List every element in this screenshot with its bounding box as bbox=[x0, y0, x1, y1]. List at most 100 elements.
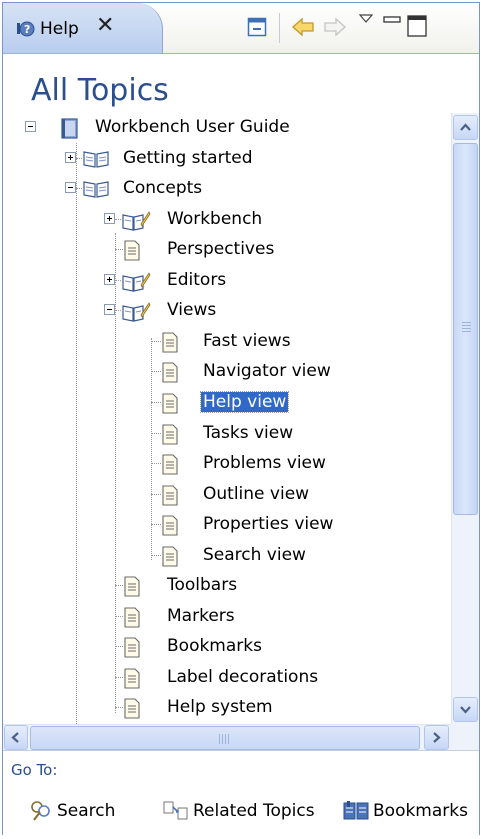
expand-icon[interactable] bbox=[104, 273, 115, 285]
expand-icon[interactable] bbox=[104, 212, 115, 224]
chevron-up-icon bbox=[460, 123, 471, 131]
scroll-down-button[interactable] bbox=[453, 697, 478, 722]
tree-item-label: Workbench bbox=[167, 208, 263, 229]
scrollbar-corner bbox=[451, 724, 479, 750]
expand-icon[interactable] bbox=[65, 151, 76, 163]
page-icon bbox=[161, 332, 179, 358]
scroll-up-button[interactable] bbox=[453, 115, 478, 140]
page-icon bbox=[123, 607, 141, 633]
help-icon: ? bbox=[17, 21, 35, 37]
tree-item[interactable]: Outline view bbox=[3, 480, 451, 510]
tree-item[interactable]: Problems view bbox=[3, 449, 451, 479]
tree-item-label: Concepts bbox=[123, 178, 203, 199]
tree-item[interactable]: Views bbox=[3, 296, 451, 326]
vertical-scrollbar[interactable] bbox=[451, 113, 479, 724]
tree-item-label: Search view bbox=[203, 544, 306, 565]
page-icon bbox=[123, 576, 141, 602]
page-icon bbox=[161, 485, 179, 511]
bookmarks-icon bbox=[343, 801, 369, 820]
scroll-left-button[interactable] bbox=[4, 725, 28, 750]
book-blue-icon bbox=[60, 118, 80, 145]
tree-item-label: Views bbox=[167, 300, 217, 321]
page-icon bbox=[161, 423, 179, 450]
page-icon bbox=[123, 698, 141, 724]
tree-item[interactable]: Tasks view bbox=[3, 419, 451, 449]
tree-item[interactable]: Navigator view bbox=[3, 357, 451, 387]
book-pencil-icon bbox=[121, 210, 151, 237]
tree-connector bbox=[151, 340, 161, 342]
tree-item[interactable]: Getting started bbox=[3, 144, 451, 174]
tree-item[interactable]: Workbench User Guide bbox=[3, 113, 451, 143]
tree-item[interactable]: Properties view bbox=[3, 510, 451, 540]
maximize-icon[interactable] bbox=[407, 15, 427, 37]
horizontal-scrollbar[interactable] bbox=[3, 724, 451, 751]
horizontal-scroll-thumb[interactable] bbox=[30, 726, 420, 750]
page-icon bbox=[161, 362, 179, 388]
tree-connector bbox=[115, 707, 123, 709]
tree-item[interactable]: Perspectives bbox=[3, 235, 451, 265]
tree-item-label: Help view bbox=[199, 390, 290, 413]
view-menu-icon[interactable] bbox=[359, 14, 373, 24]
chevron-down-icon bbox=[460, 706, 471, 714]
tree-item-label: Navigator view bbox=[203, 361, 331, 382]
view-title-bar: ? Help ✕ bbox=[3, 3, 479, 54]
tree-item-label: Label decorations bbox=[167, 666, 319, 687]
tree-item[interactable]: Fast views bbox=[3, 327, 451, 357]
page-title: All Topics bbox=[31, 73, 169, 108]
page-icon bbox=[161, 393, 179, 419]
page-icon bbox=[161, 546, 179, 572]
tree-item-label: Tasks view bbox=[203, 422, 294, 443]
tab-title: Help bbox=[40, 19, 79, 39]
search-icon bbox=[31, 801, 50, 821]
tree-connector bbox=[151, 401, 161, 403]
page-icon bbox=[123, 668, 141, 694]
collapse-all-icon[interactable] bbox=[247, 17, 267, 37]
tree-item-label: Properties view bbox=[203, 514, 334, 535]
related-topics-icon bbox=[163, 801, 188, 820]
tree-item[interactable]: Markers bbox=[3, 602, 451, 632]
tree-connector bbox=[115, 646, 123, 648]
tree-connector bbox=[151, 554, 161, 556]
tree-connector bbox=[151, 524, 161, 526]
tree-connector bbox=[151, 463, 161, 465]
tree-item[interactable]: Label decorations bbox=[3, 663, 451, 693]
tree-item-label: Bookmarks bbox=[167, 636, 262, 657]
related-topics-link-label: Related Topics bbox=[193, 801, 315, 821]
tree-item-label: Problems view bbox=[203, 453, 326, 474]
tree-item-label: Getting started bbox=[123, 147, 253, 168]
chevron-left-icon bbox=[11, 732, 19, 743]
toolbar-separator bbox=[279, 13, 280, 43]
chevron-right-icon bbox=[433, 732, 441, 743]
tree-item-label: Workbench User Guide bbox=[95, 117, 290, 137]
tree-connector bbox=[115, 585, 123, 587]
minimize-icon[interactable] bbox=[383, 15, 401, 25]
help-tab[interactable]: ? Help ✕ bbox=[3, 3, 163, 53]
svg-text:?: ? bbox=[24, 23, 30, 36]
book-pencil-icon bbox=[121, 271, 151, 298]
help-view: ? Help ✕ All Topics Workbench User Guide… bbox=[2, 2, 480, 837]
tree-item[interactable]: Help system bbox=[3, 693, 451, 723]
collapse-icon[interactable] bbox=[65, 182, 76, 194]
tree-item[interactable]: Search view bbox=[3, 541, 451, 571]
back-arrow-icon[interactable] bbox=[291, 17, 315, 37]
close-icon[interactable]: ✕ bbox=[96, 13, 114, 38]
tree-item[interactable]: Workbench bbox=[3, 205, 451, 235]
tree-item[interactable]: Editors bbox=[3, 266, 451, 296]
tree-connector bbox=[151, 493, 161, 495]
search-link-label: Search bbox=[57, 801, 116, 821]
tree-item-label: Markers bbox=[167, 605, 235, 626]
bookmarks-link-label: Bookmarks bbox=[373, 801, 468, 821]
topics-tree[interactable]: Workbench User Guide Getting started Conce… bbox=[3, 113, 451, 724]
tree-item[interactable]: Toolbars bbox=[3, 571, 451, 601]
scroll-right-button[interactable] bbox=[424, 725, 449, 750]
tree-item[interactable]: Help view bbox=[3, 388, 451, 418]
collapse-icon[interactable] bbox=[104, 304, 115, 316]
tree-item[interactable]: Bookmarks bbox=[3, 632, 451, 662]
collapse-icon[interactable] bbox=[25, 121, 36, 132]
page-icon bbox=[161, 515, 179, 541]
forward-arrow-icon[interactable] bbox=[323, 17, 347, 37]
tree-item[interactable]: Concepts bbox=[3, 174, 451, 204]
book-open-icon bbox=[82, 149, 110, 174]
vertical-scroll-thumb[interactable] bbox=[453, 143, 478, 515]
page-icon bbox=[123, 637, 141, 663]
